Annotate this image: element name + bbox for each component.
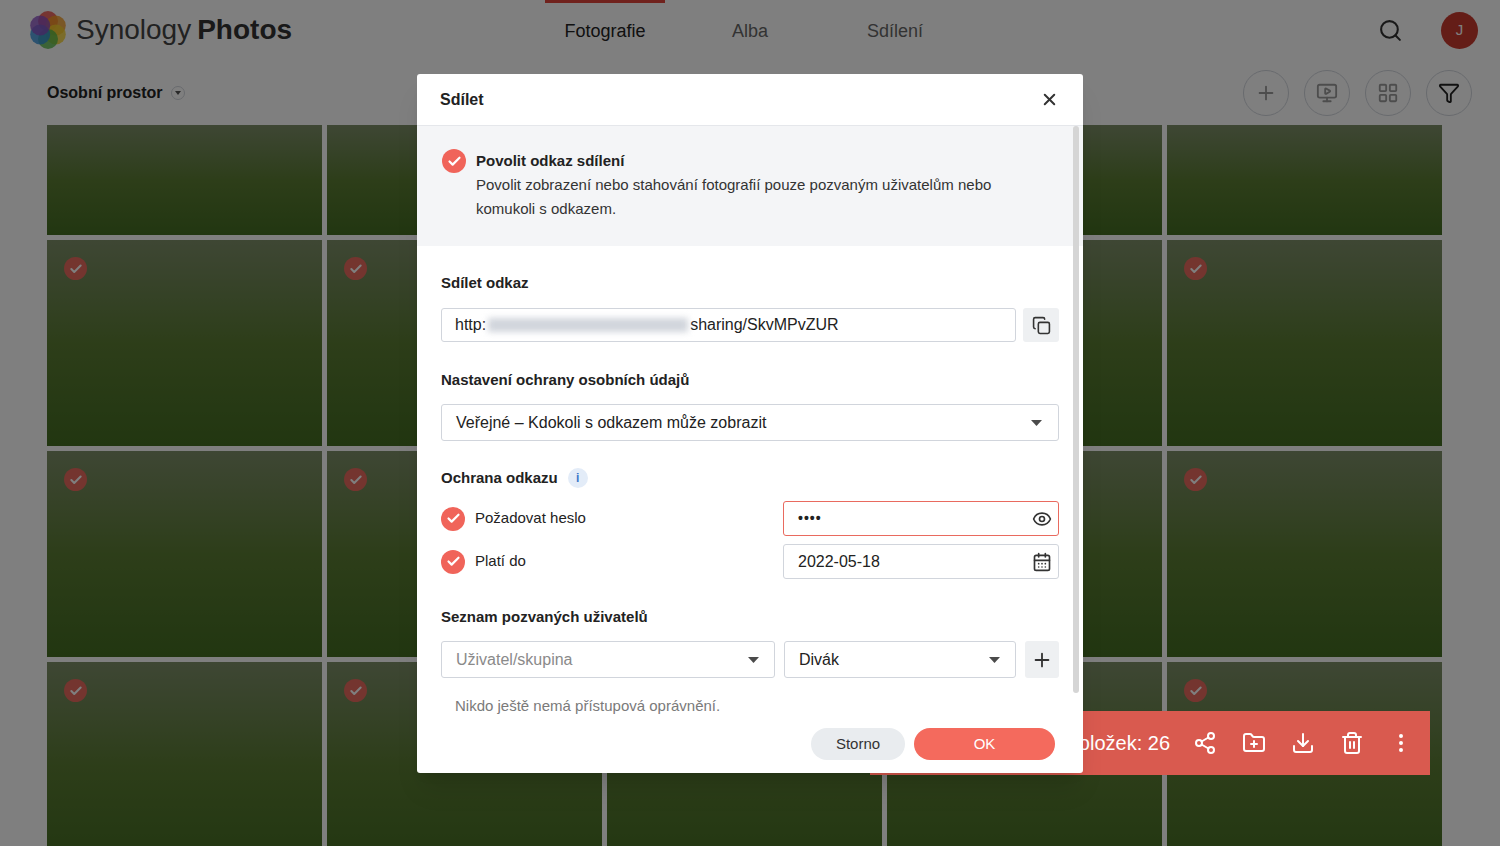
show-password-icon[interactable] xyxy=(1032,509,1052,529)
selection-count: položek: 26 xyxy=(1068,728,1170,758)
calendar-icon[interactable] xyxy=(1032,552,1052,572)
dialog-footer: Storno OK xyxy=(417,715,1083,773)
protection-checkbox[interactable] xyxy=(441,507,465,531)
download-icon[interactable] xyxy=(1291,731,1315,755)
dropdown-arrow-icon xyxy=(748,657,759,663)
privacy-select[interactable]: Veřejné – Kdokoli s odkazem může zobrazi… xyxy=(441,404,1059,441)
protection-option-label: Požadovat heslo xyxy=(475,507,586,530)
dropdown-arrow-icon xyxy=(1031,420,1042,426)
share-icon[interactable] xyxy=(1193,731,1217,755)
protection-option-label: Platí do xyxy=(475,550,526,573)
copy-link-button[interactable] xyxy=(1023,308,1059,342)
copy-icon xyxy=(1032,316,1051,335)
protection-label: Ochrana odkazu xyxy=(441,467,558,490)
redacted-blur xyxy=(488,318,688,332)
cancel-button[interactable]: Storno xyxy=(811,728,905,760)
protection-option: Platí do 2022-05-18 xyxy=(441,544,1059,579)
dialog-body: Povolit odkaz sdíleníPovolit zobrazení n… xyxy=(417,126,1083,715)
invited-empty-text: Nikdo ještě nemá přístupová oprávnění. xyxy=(441,695,1059,715)
link-label: Sdílet odkaz xyxy=(441,274,1059,292)
role-select[interactable]: Divák xyxy=(784,641,1016,678)
enable-share-label: Povolit odkaz sdílení xyxy=(476,149,1023,173)
dialog-scrollbar[interactable] xyxy=(1073,126,1079,693)
share-dialog: Sdílet Povolit odkaz sdíleníPovolit zobra… xyxy=(417,74,1083,773)
check-icon xyxy=(446,554,461,569)
dialog-title: Sdílet xyxy=(440,88,484,112)
delete-icon[interactable] xyxy=(1340,731,1364,755)
enable-share-checkbox[interactable] xyxy=(442,149,466,173)
add-to-album-icon[interactable] xyxy=(1242,731,1266,755)
protection-checkbox[interactable] xyxy=(441,550,465,574)
enable-share-description: Povolit zobrazení nebo stahování fotogra… xyxy=(476,173,1023,221)
dialog-header: Sdílet xyxy=(417,74,1083,126)
ok-button[interactable]: OK xyxy=(914,728,1055,760)
info-badge[interactable]: i xyxy=(568,468,588,488)
share-link-field[interactable]: http:sharing/SkvMPvZUR xyxy=(441,308,1016,342)
privacy-label: Nastavení ochrany osobních údajů xyxy=(441,371,1059,389)
check-icon xyxy=(447,154,462,169)
protection-option: Požadovat heslo •••• xyxy=(441,501,1059,536)
enable-share-section: Povolit odkaz sdíleníPovolit zobrazení n… xyxy=(417,126,1083,246)
date-field[interactable]: 2022-05-18 xyxy=(783,544,1059,579)
password-field[interactable]: •••• xyxy=(783,501,1059,536)
invited-label: Seznam pozvaných uživatelů xyxy=(441,608,1059,626)
close-icon[interactable] xyxy=(1040,90,1059,109)
user-group-select[interactable]: Uživatel/skupina xyxy=(441,641,775,678)
add-user-button[interactable] xyxy=(1025,641,1059,678)
more-icon[interactable] xyxy=(1389,731,1413,755)
check-icon xyxy=(446,511,461,526)
synology-photos-app: SynologyPhotosFotografieAlbaSdíleníJOsob… xyxy=(0,0,1500,846)
plus-icon xyxy=(1031,649,1053,671)
dropdown-arrow-icon xyxy=(989,657,1000,663)
